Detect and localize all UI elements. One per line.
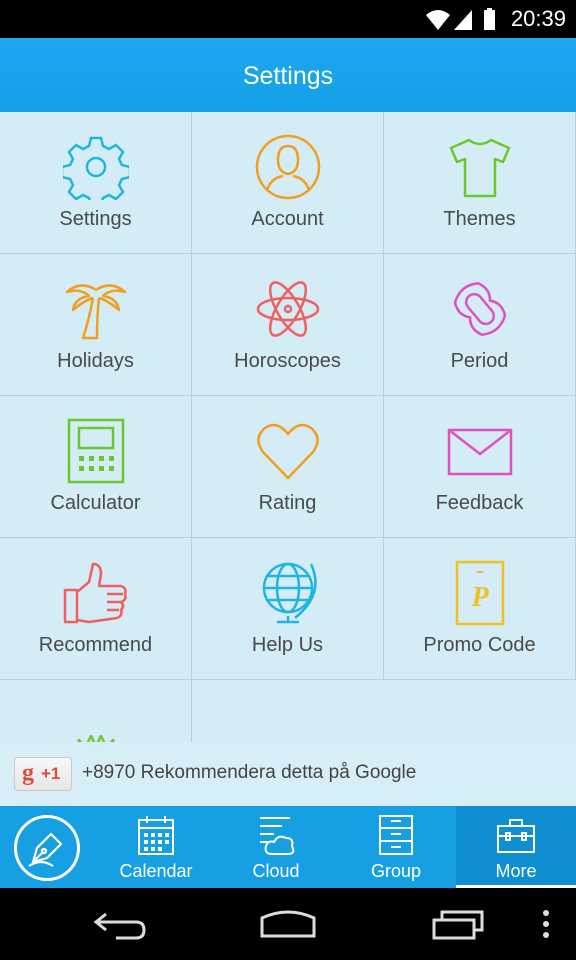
menu-icon[interactable] xyxy=(538,908,554,940)
tile-rating[interactable]: Rating xyxy=(192,396,384,538)
tab-label: Calendar xyxy=(119,861,193,881)
tile-settings[interactable]: Settings xyxy=(0,112,192,254)
calendar-icon xyxy=(138,816,174,855)
tab-group[interactable]: Group xyxy=(336,806,456,888)
tile-label: Recommend xyxy=(38,634,153,656)
tile-label: Calculator xyxy=(50,492,141,514)
palm-tree-icon xyxy=(65,284,127,340)
page-title: Settings xyxy=(242,62,334,90)
google-plus-bar: g +1 +8970 Rekommendera detta på Google xyxy=(0,742,576,806)
promo-card-icon: P xyxy=(455,560,505,626)
bottom-tab-bar: Calendar Cloud Group More xyxy=(0,806,576,888)
status-icons xyxy=(426,8,495,30)
app-header: Settings xyxy=(0,38,576,112)
toolbox-icon xyxy=(497,819,535,853)
tab-calendar[interactable]: Calendar xyxy=(96,806,216,888)
pad-icon xyxy=(453,281,507,337)
tab-label: Group xyxy=(370,861,422,881)
tab-more[interactable]: More xyxy=(456,806,576,888)
recents-icon[interactable] xyxy=(430,908,486,940)
plus-one-label: +1 xyxy=(41,764,61,783)
tile-label: Holidays xyxy=(57,350,134,372)
tile-label: Settings xyxy=(59,208,132,230)
tile-label: Account xyxy=(251,208,324,230)
google-g-icon: g xyxy=(22,760,34,786)
tile-label: Rating xyxy=(258,492,317,514)
tile-promo-code[interactable]: P Promo Code xyxy=(384,538,576,680)
globe-icon xyxy=(262,562,317,624)
wifi-icon xyxy=(426,10,450,30)
tile-period[interactable]: Period xyxy=(384,254,576,396)
tab-label: Cloud xyxy=(252,861,300,881)
tile-label: Help Us xyxy=(251,634,324,656)
tab-label: More xyxy=(495,861,537,881)
tile-label: Themes xyxy=(443,208,516,230)
atom-icon xyxy=(256,281,320,337)
cloud-list-icon xyxy=(260,817,295,855)
tile-label: Feedback xyxy=(435,492,524,514)
tile-label: Period xyxy=(450,350,509,372)
clock: 20:39 xyxy=(510,6,566,31)
system-nav-bar xyxy=(0,888,576,960)
signal-icon xyxy=(454,10,472,30)
tile-themes[interactable]: Themes xyxy=(384,112,576,254)
envelope-icon xyxy=(447,428,513,476)
status-bar: 20:39 xyxy=(0,0,576,38)
pen-icon xyxy=(28,832,63,867)
tile-horoscopes[interactable]: Horoscopes xyxy=(192,254,384,396)
google-plus-one-button[interactable]: g +1 xyxy=(14,757,72,791)
cabinet-icon xyxy=(379,815,413,855)
tile-feedback[interactable]: Feedback xyxy=(384,396,576,538)
back-icon[interactable] xyxy=(92,908,148,940)
tshirt-icon xyxy=(449,138,511,198)
person-icon xyxy=(255,134,321,200)
battery-icon xyxy=(484,8,495,30)
tile-help-us[interactable]: Help Us xyxy=(192,538,384,680)
tile-label: Promo Code xyxy=(423,634,536,656)
google-plus-count-text: +8970 Rekommendera detta på Google xyxy=(82,762,417,783)
settings-content: Settings Account Themes Holidays Horosco… xyxy=(0,112,576,806)
tile-label: Horoscopes xyxy=(234,350,341,372)
tile-calculator[interactable]: Calculator xyxy=(0,396,192,538)
tab-cloud[interactable]: Cloud xyxy=(216,806,336,888)
svg-text:P: P xyxy=(470,582,489,613)
tile-account[interactable]: Account xyxy=(192,112,384,254)
tile-recommend[interactable]: Recommend xyxy=(0,538,192,680)
calculator-icon xyxy=(67,418,125,484)
thumbs-up-icon xyxy=(63,562,127,624)
gear-icon xyxy=(63,136,129,200)
heart-icon xyxy=(257,423,319,480)
home-icon[interactable] xyxy=(258,908,318,940)
compose-button[interactable] xyxy=(14,815,80,881)
tile-holidays[interactable]: Holidays xyxy=(0,254,192,396)
